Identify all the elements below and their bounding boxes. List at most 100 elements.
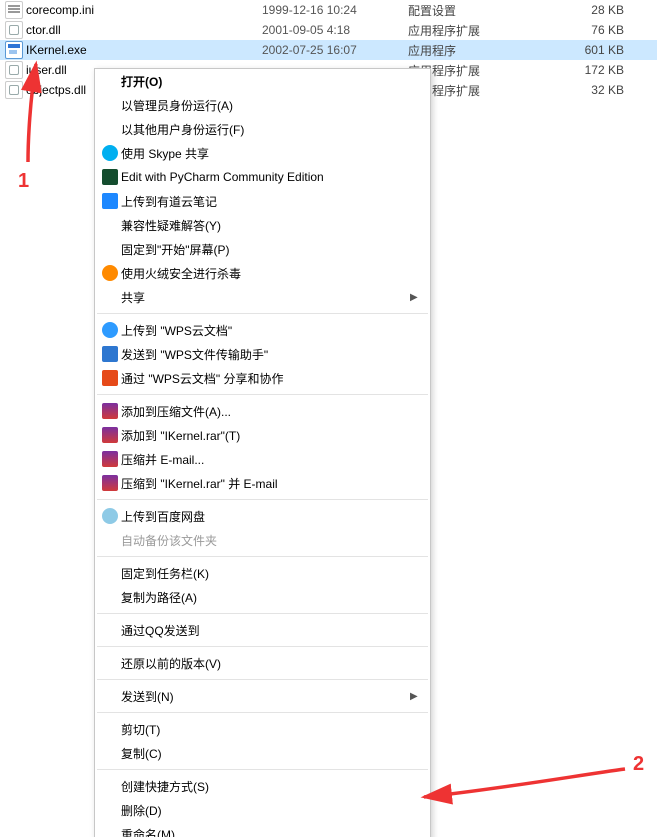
submenu-arrow-icon: ▶ bbox=[410, 691, 422, 702]
file-size: 601 KB bbox=[554, 43, 630, 57]
menu-item-label: 固定到"开始"屏幕(P) bbox=[121, 241, 410, 258]
menu-icon-empty bbox=[99, 288, 121, 306]
menu-item-label: 剪切(T) bbox=[121, 721, 410, 738]
menu-icon-empty bbox=[99, 621, 121, 639]
file-date: 2001-09-05 4:18 bbox=[262, 23, 408, 37]
menu-separator bbox=[97, 313, 428, 314]
menu-separator bbox=[97, 679, 428, 680]
menu-item-label: 还原以前的版本(V) bbox=[121, 655, 410, 672]
menu-item[interactable]: 压缩到 "IKernel.rar" 并 E-mail bbox=[95, 471, 430, 495]
menu-item-label: 删除(D) bbox=[121, 802, 410, 819]
fire-icon bbox=[99, 264, 121, 282]
file-type: 应用程序 bbox=[408, 42, 554, 59]
menu-separator bbox=[97, 646, 428, 647]
menu-item[interactable]: 删除(D) bbox=[95, 798, 430, 822]
file-row[interactable]: corecomp.ini1999-12-16 10:24配置设置28 KB bbox=[0, 0, 657, 20]
menu-item[interactable]: 发送到(N)▶ bbox=[95, 684, 430, 708]
file-type: 应用程序扩展 bbox=[408, 22, 554, 39]
menu-item[interactable]: 固定到任务栏(K) bbox=[95, 561, 430, 585]
menu-item[interactable]: 添加到 "IKernel.rar"(T) bbox=[95, 423, 430, 447]
file-size: 32 KB bbox=[554, 83, 630, 97]
menu-item[interactable]: 剪切(T) bbox=[95, 717, 430, 741]
menu-item-label: 复制为路径(A) bbox=[121, 589, 410, 606]
rar-icon bbox=[99, 450, 121, 468]
menu-item[interactable]: 兼容性疑难解答(Y) bbox=[95, 213, 430, 237]
file-size: 76 KB bbox=[554, 23, 630, 37]
menu-icon-empty bbox=[99, 654, 121, 672]
menu-item[interactable]: 通过 "WPS云文档" 分享和协作 bbox=[95, 366, 430, 390]
menu-item[interactable]: 以其他用户身份运行(F) bbox=[95, 117, 430, 141]
menu-item[interactable]: 固定到"开始"屏幕(P) bbox=[95, 237, 430, 261]
menu-item-label: 使用 Skype 共享 bbox=[121, 145, 410, 162]
menu-item[interactable]: 上传到 "WPS云文档" bbox=[95, 318, 430, 342]
menu-item[interactable]: 以管理员身份运行(A) bbox=[95, 93, 430, 117]
menu-item-label: 上传到百度网盘 bbox=[121, 508, 410, 525]
menu-item[interactable]: 使用火绒安全进行杀毒 bbox=[95, 261, 430, 285]
menu-item[interactable]: 使用 Skype 共享 bbox=[95, 141, 430, 165]
menu-item-label: 重命名(M) bbox=[121, 826, 410, 837]
menu-icon-empty bbox=[99, 687, 121, 705]
cloud-icon bbox=[99, 321, 121, 339]
menu-separator bbox=[97, 394, 428, 395]
menu-item-label: 共享 bbox=[121, 289, 410, 306]
menu-item-label: 通过QQ发送到 bbox=[121, 622, 410, 639]
menu-item-label: 发送到(N) bbox=[121, 688, 410, 705]
menu-item[interactable]: 上传到有道云笔记 bbox=[95, 189, 430, 213]
menu-icon-empty bbox=[99, 531, 121, 549]
menu-item-label: 通过 "WPS云文档" 分享和协作 bbox=[121, 370, 410, 387]
menu-item[interactable]: 还原以前的版本(V) bbox=[95, 651, 430, 675]
menu-icon-empty bbox=[99, 240, 121, 258]
menu-icon-empty bbox=[99, 744, 121, 762]
menu-item-label: 以其他用户身份运行(F) bbox=[121, 121, 410, 138]
menu-item-label: 上传到有道云笔记 bbox=[121, 193, 410, 210]
annotation-label-2: 2 bbox=[633, 753, 644, 776]
menu-item[interactable]: 上传到百度网盘 bbox=[95, 504, 430, 528]
rar-icon bbox=[99, 474, 121, 492]
rar-icon bbox=[99, 402, 121, 420]
file-exe-icon bbox=[4, 41, 24, 59]
menu-item[interactable]: 通过QQ发送到 bbox=[95, 618, 430, 642]
menu-item-label: 压缩到 "IKernel.rar" 并 E-mail bbox=[121, 475, 410, 492]
menu-item[interactable]: 复制(C) bbox=[95, 741, 430, 765]
menu-separator bbox=[97, 499, 428, 500]
file-dll-icon bbox=[4, 81, 24, 99]
rar-icon bbox=[99, 426, 121, 444]
menu-icon-empty bbox=[99, 216, 121, 234]
menu-icon-empty bbox=[99, 720, 121, 738]
menu-item-label: 发送到 "WPS文件传输助手" bbox=[121, 346, 410, 363]
annotation-label-1: 1 bbox=[18, 170, 29, 193]
menu-item-label: 添加到压缩文件(A)... bbox=[121, 403, 410, 420]
menu-item-label: 兼容性疑难解答(Y) bbox=[121, 217, 410, 234]
skype-icon bbox=[99, 144, 121, 162]
file-ini-icon bbox=[4, 1, 24, 19]
file-size: 28 KB bbox=[554, 3, 630, 17]
menu-item[interactable]: Edit with PyCharm Community Edition bbox=[95, 165, 430, 189]
menu-item[interactable]: 添加到压缩文件(A)... bbox=[95, 399, 430, 423]
menu-item[interactable]: 共享▶ bbox=[95, 285, 430, 309]
menu-icon-empty bbox=[99, 801, 121, 819]
annotation-arrow-2 bbox=[400, 745, 650, 825]
send-icon bbox=[99, 345, 121, 363]
menu-item[interactable]: 打开(O) bbox=[95, 69, 430, 93]
file-date: 2002-07-25 16:07 bbox=[262, 43, 408, 57]
menu-item[interactable]: 复制为路径(A) bbox=[95, 585, 430, 609]
menu-item[interactable]: 重命名(M) bbox=[95, 822, 430, 837]
menu-item[interactable]: 压缩并 E-mail... bbox=[95, 447, 430, 471]
menu-item[interactable]: 创建快捷方式(S) bbox=[95, 774, 430, 798]
menu-item[interactable]: 发送到 "WPS文件传输助手" bbox=[95, 342, 430, 366]
menu-separator bbox=[97, 769, 428, 770]
menu-icon-empty bbox=[99, 96, 121, 114]
menu-separator bbox=[97, 613, 428, 614]
menu-item-label: 自动备份该文件夹 bbox=[121, 532, 410, 549]
menu-item-label: Edit with PyCharm Community Edition bbox=[121, 170, 410, 184]
menu-item-label: 使用火绒安全进行杀毒 bbox=[121, 265, 410, 282]
menu-item-label: 复制(C) bbox=[121, 745, 410, 762]
file-row[interactable]: ctor.dll2001-09-05 4:18应用程序扩展76 KB bbox=[0, 20, 657, 40]
menu-icon-empty bbox=[99, 777, 121, 795]
menu-item-label: 创建快捷方式(S) bbox=[121, 778, 410, 795]
menu-separator bbox=[97, 556, 428, 557]
file-row[interactable]: IKernel.exe2002-07-25 16:07应用程序601 KB bbox=[0, 40, 657, 60]
menu-separator bbox=[97, 712, 428, 713]
menu-icon-empty bbox=[99, 120, 121, 138]
menu-item-label: 以管理员身份运行(A) bbox=[121, 97, 410, 114]
